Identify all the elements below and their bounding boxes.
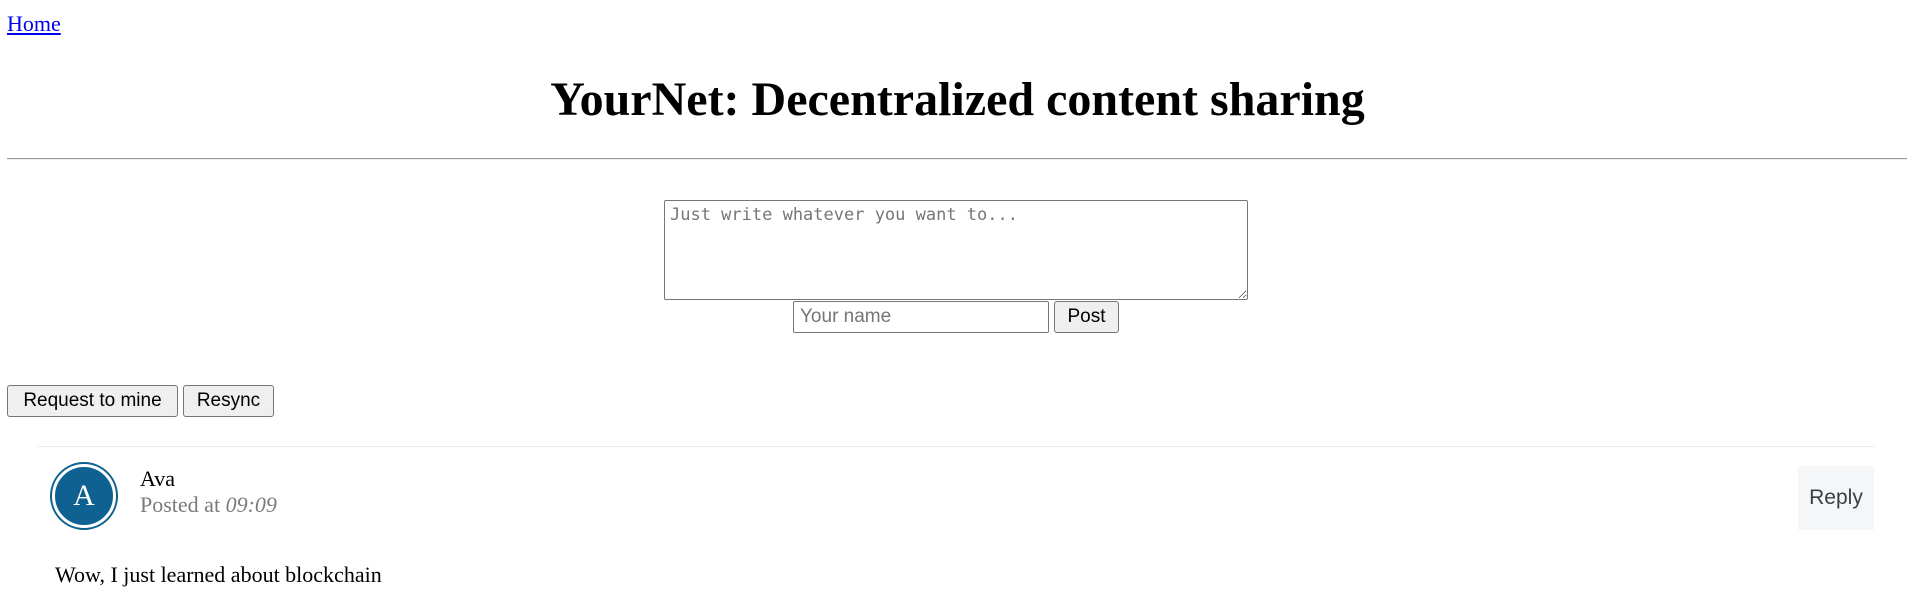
header-divider [7, 158, 1907, 160]
resync-button[interactable]: Resync [183, 385, 274, 417]
post-body: Wow, I just learned about blockchain [55, 562, 382, 587]
avatar: A [52, 464, 116, 528]
feed-divider [37, 446, 1875, 447]
post-content-textarea[interactable] [664, 200, 1248, 300]
post-timestamp: Posted at 09:09 [140, 492, 277, 518]
posted-at-label: Posted at [140, 492, 221, 517]
name-input[interactable] [793, 301, 1049, 333]
page-title: YourNet: Decentralized content sharing [550, 73, 1365, 126]
home-link[interactable]: Home [7, 11, 61, 37]
reply-button[interactable]: Reply [1798, 466, 1874, 530]
post-time: 09:09 [225, 492, 277, 517]
request-to-mine-button[interactable]: Request to mine [7, 385, 178, 417]
post-button[interactable]: Post [1054, 301, 1119, 333]
post-author: Ava [140, 466, 176, 491]
